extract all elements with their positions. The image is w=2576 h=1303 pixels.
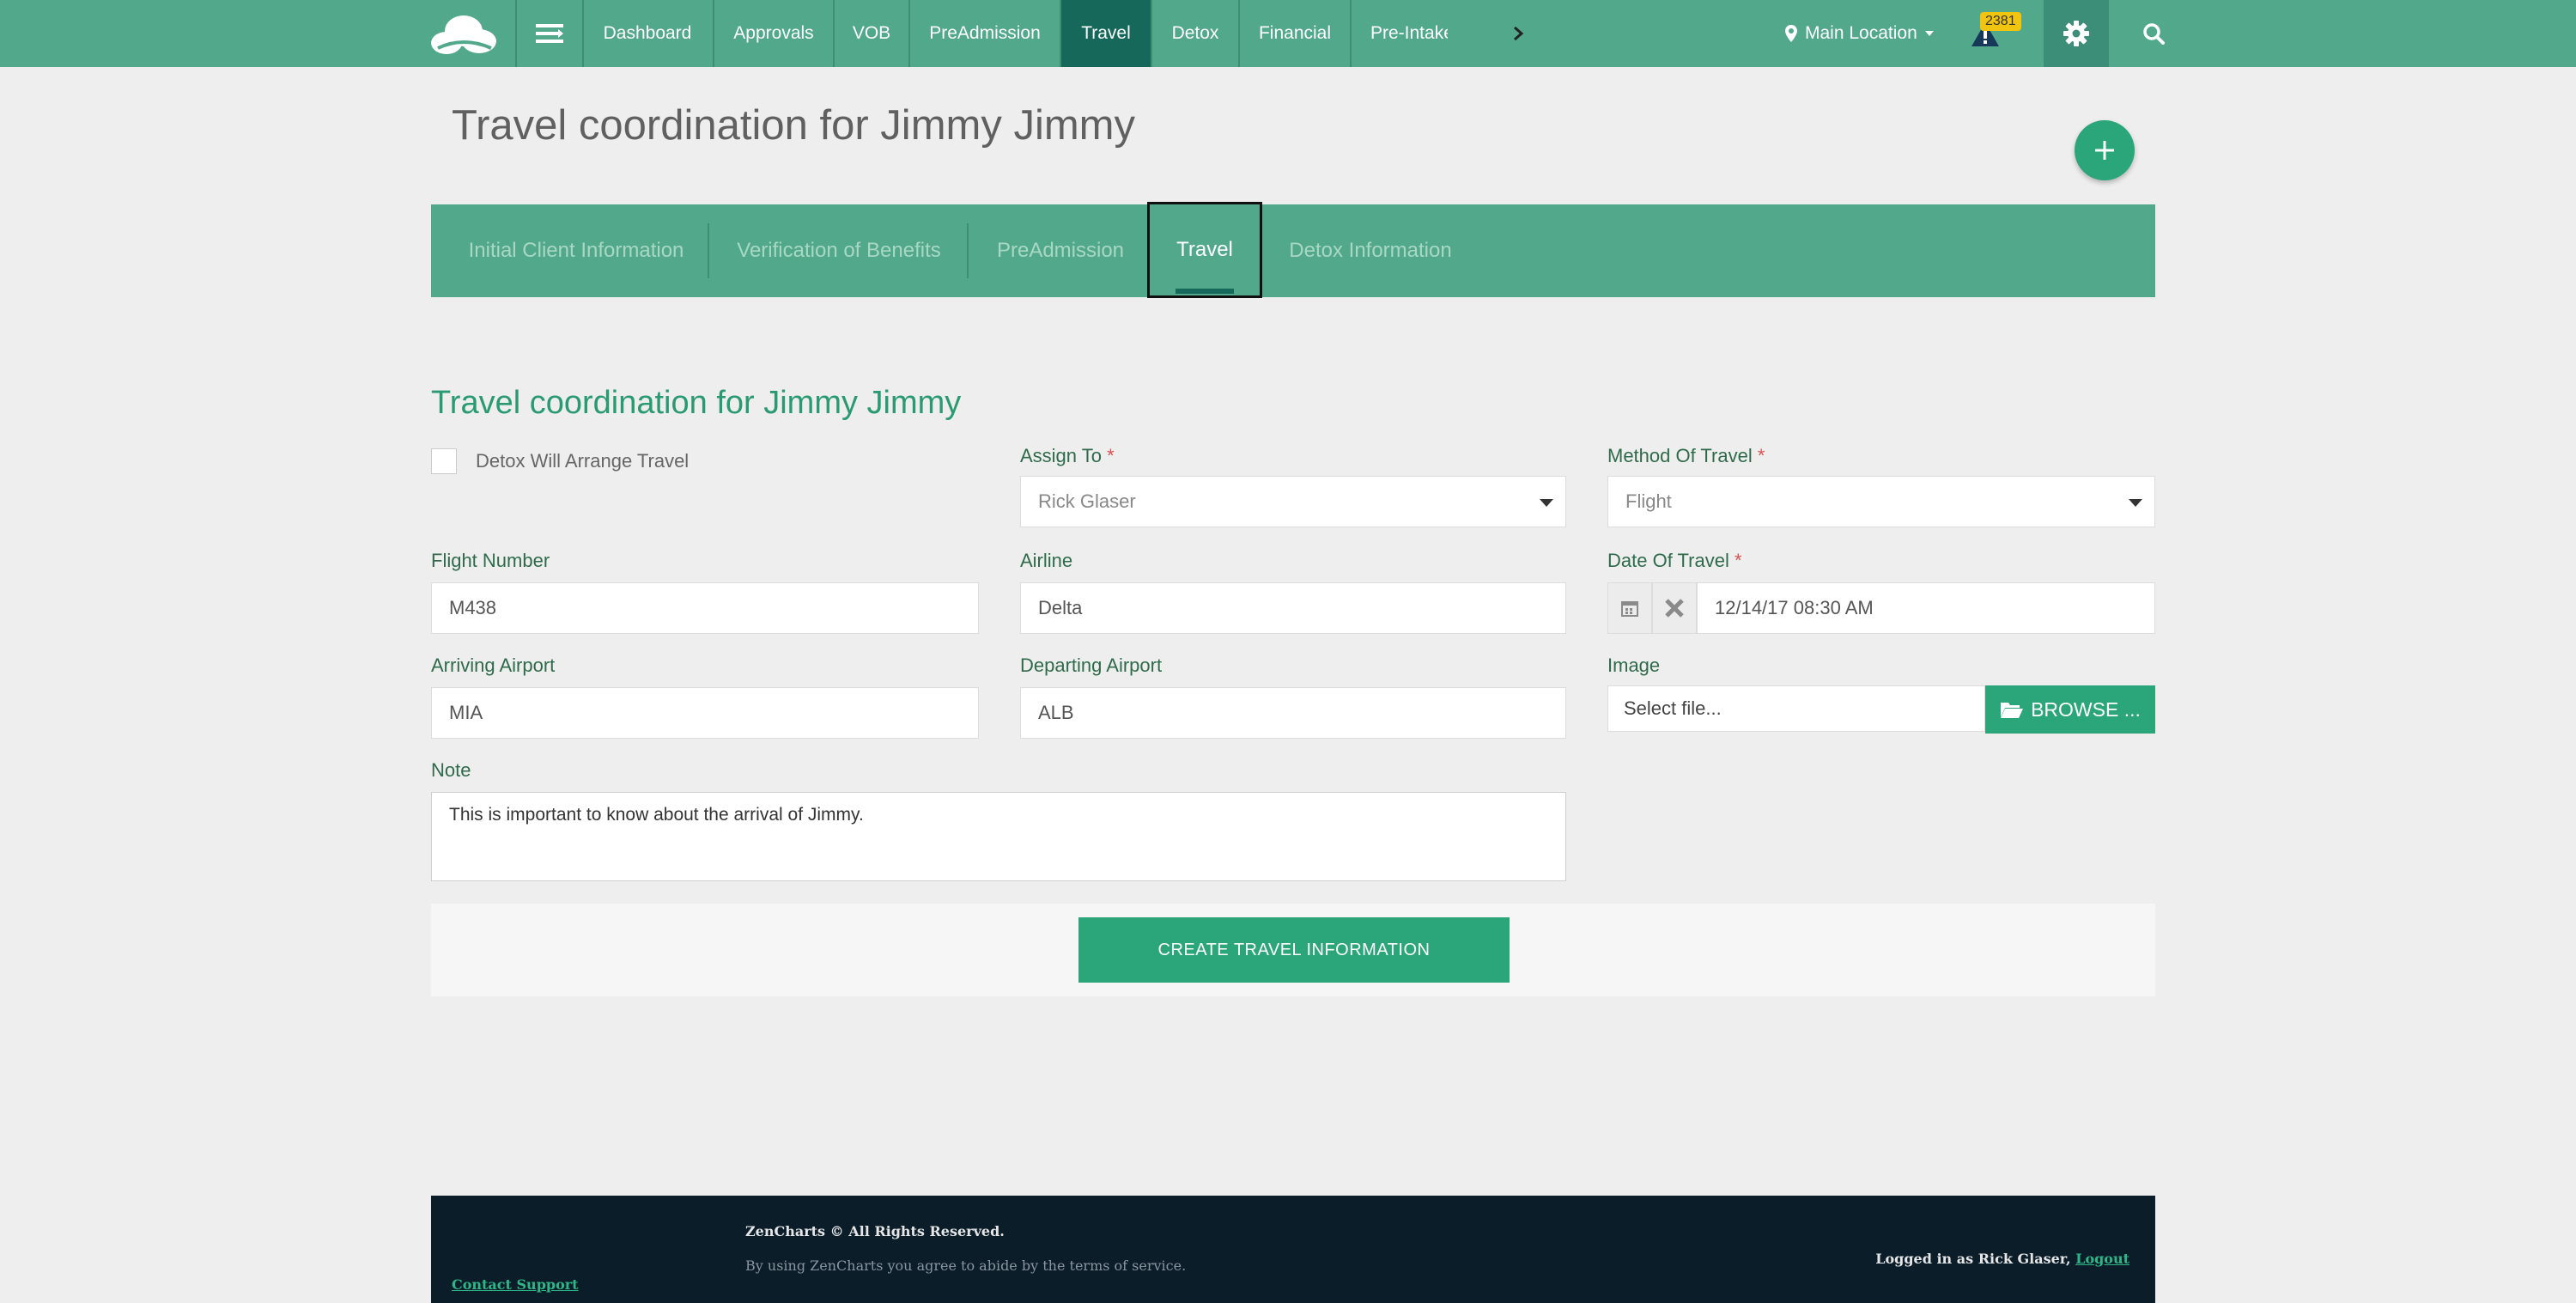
assign-to-value: Rick Glaser (1038, 490, 1136, 512)
tab-divider (708, 223, 709, 278)
nav-item-financial[interactable]: Financial (1240, 0, 1352, 67)
menu-toggle-icon[interactable] (515, 0, 584, 67)
tab-divider (967, 223, 969, 278)
caret-down-icon (2129, 499, 2142, 507)
nav-item-preadmission[interactable]: PreAdmission (910, 0, 1061, 67)
nav-item-dashboard[interactable]: Dashboard (582, 0, 714, 67)
page-title: Travel coordination for Jimmy Jimmy (452, 102, 1135, 149)
nav-item-approvals[interactable]: Approvals (714, 0, 835, 67)
footer-copyright: ZenCharts © All Rights Reserved. (745, 1223, 1005, 1239)
date-of-travel-input[interactable]: 12/14/17 08:30 AM (1697, 582, 2155, 634)
flight-number-label: Flight Number (431, 550, 550, 571)
top-navbar: Dashboard Approvals VOB PreAdmission Tra… (0, 0, 2576, 67)
assign-to-label: Assign To * (1020, 445, 1115, 466)
logged-in-text: Logged in as Rick Glaser, (1875, 1251, 2071, 1267)
footer-terms: By using ZenCharts you agree to abide by… (745, 1257, 1187, 1274)
note-textarea[interactable]: This is important to know about the arri… (431, 792, 1566, 881)
plus-icon (2095, 141, 2114, 160)
method-of-travel-value: Flight (1625, 490, 1672, 512)
nav-item-detox[interactable]: Detox (1152, 0, 1240, 67)
gear-icon[interactable] (2044, 0, 2109, 67)
image-file-input[interactable]: Select file... (1607, 685, 1985, 732)
method-of-travel-label: Method Of Travel * (1607, 445, 1765, 466)
logout-link[interactable]: Logout (2075, 1251, 2129, 1267)
zencharts-logo-icon[interactable] (429, 10, 498, 57)
departing-airport-input[interactable]: ALB (1020, 687, 1566, 739)
tab-travel-label: Travel (1176, 238, 1233, 261)
footer: ZenCharts © All Rights Reserved. By usin… (431, 1196, 2155, 1303)
folder-open-icon (2001, 703, 2024, 718)
browse-button-label: BROWSE ... (2031, 697, 2141, 721)
map-marker-icon (1785, 25, 1797, 42)
logged-in-status: Logged in as Rick Glaser, Logout (1875, 1251, 2129, 1267)
tab-travel[interactable]: Travel (1147, 202, 1262, 298)
form-section-title: Travel coordination for Jimmy Jimmy (431, 385, 962, 421)
caret-down-icon (1924, 31, 1934, 36)
tab-initial-client-information[interactable]: Initial Client Information (448, 204, 704, 297)
tab-detox-information[interactable]: Detox Information (1269, 204, 1472, 297)
tab-verification-of-benefits[interactable]: Verification of Benefits (714, 204, 963, 297)
clear-date-icon[interactable] (1652, 582, 1697, 634)
method-of-travel-select[interactable]: Flight (1607, 476, 2155, 527)
search-icon[interactable] (2121, 0, 2186, 67)
date-of-travel-label: Date Of Travel * (1607, 550, 1742, 571)
location-label: Main Location (1805, 23, 1917, 43)
nav-item-travel[interactable]: Travel (1061, 0, 1152, 67)
active-tab-indicator (1176, 289, 1234, 294)
detox-arrange-travel-label: Detox Will Arrange Travel (476, 450, 690, 472)
client-tabs: Initial Client Information Verification … (431, 202, 2155, 298)
alert-count-badge: 2381 (1980, 12, 2021, 31)
tab-preadmission[interactable]: PreAdmission (972, 204, 1149, 297)
chevron-right-icon[interactable] (1501, 0, 1535, 67)
arriving-airport-input[interactable]: MIA (431, 687, 979, 739)
location-selector[interactable]: Main Location (1784, 0, 1935, 67)
detox-arrange-travel-checkbox[interactable] (431, 448, 457, 474)
departing-airport-label: Departing Airport (1020, 655, 1163, 676)
nav-item-vob[interactable]: VOB (835, 0, 910, 67)
contact-support-link[interactable]: Contact Support (452, 1276, 579, 1293)
nav-item-pre-intake[interactable]: Pre-Intake (1352, 0, 1448, 67)
note-label: Note (431, 759, 471, 781)
browse-button[interactable]: BROWSE ... (1985, 685, 2155, 734)
calendar-icon[interactable] (1607, 582, 1652, 634)
add-button[interactable] (2075, 120, 2135, 180)
caret-down-icon (1540, 499, 1553, 507)
airline-label: Airline (1020, 550, 1073, 571)
assign-to-select[interactable]: Rick Glaser (1020, 476, 1566, 527)
arriving-airport-label: Arriving Airport (431, 655, 556, 676)
image-label: Image (1607, 655, 1661, 676)
create-travel-information-button[interactable]: CREATE TRAVEL INFORMATION (1078, 917, 1510, 983)
flight-number-input[interactable]: M438 (431, 582, 979, 634)
airline-input[interactable]: Delta (1020, 582, 1566, 634)
